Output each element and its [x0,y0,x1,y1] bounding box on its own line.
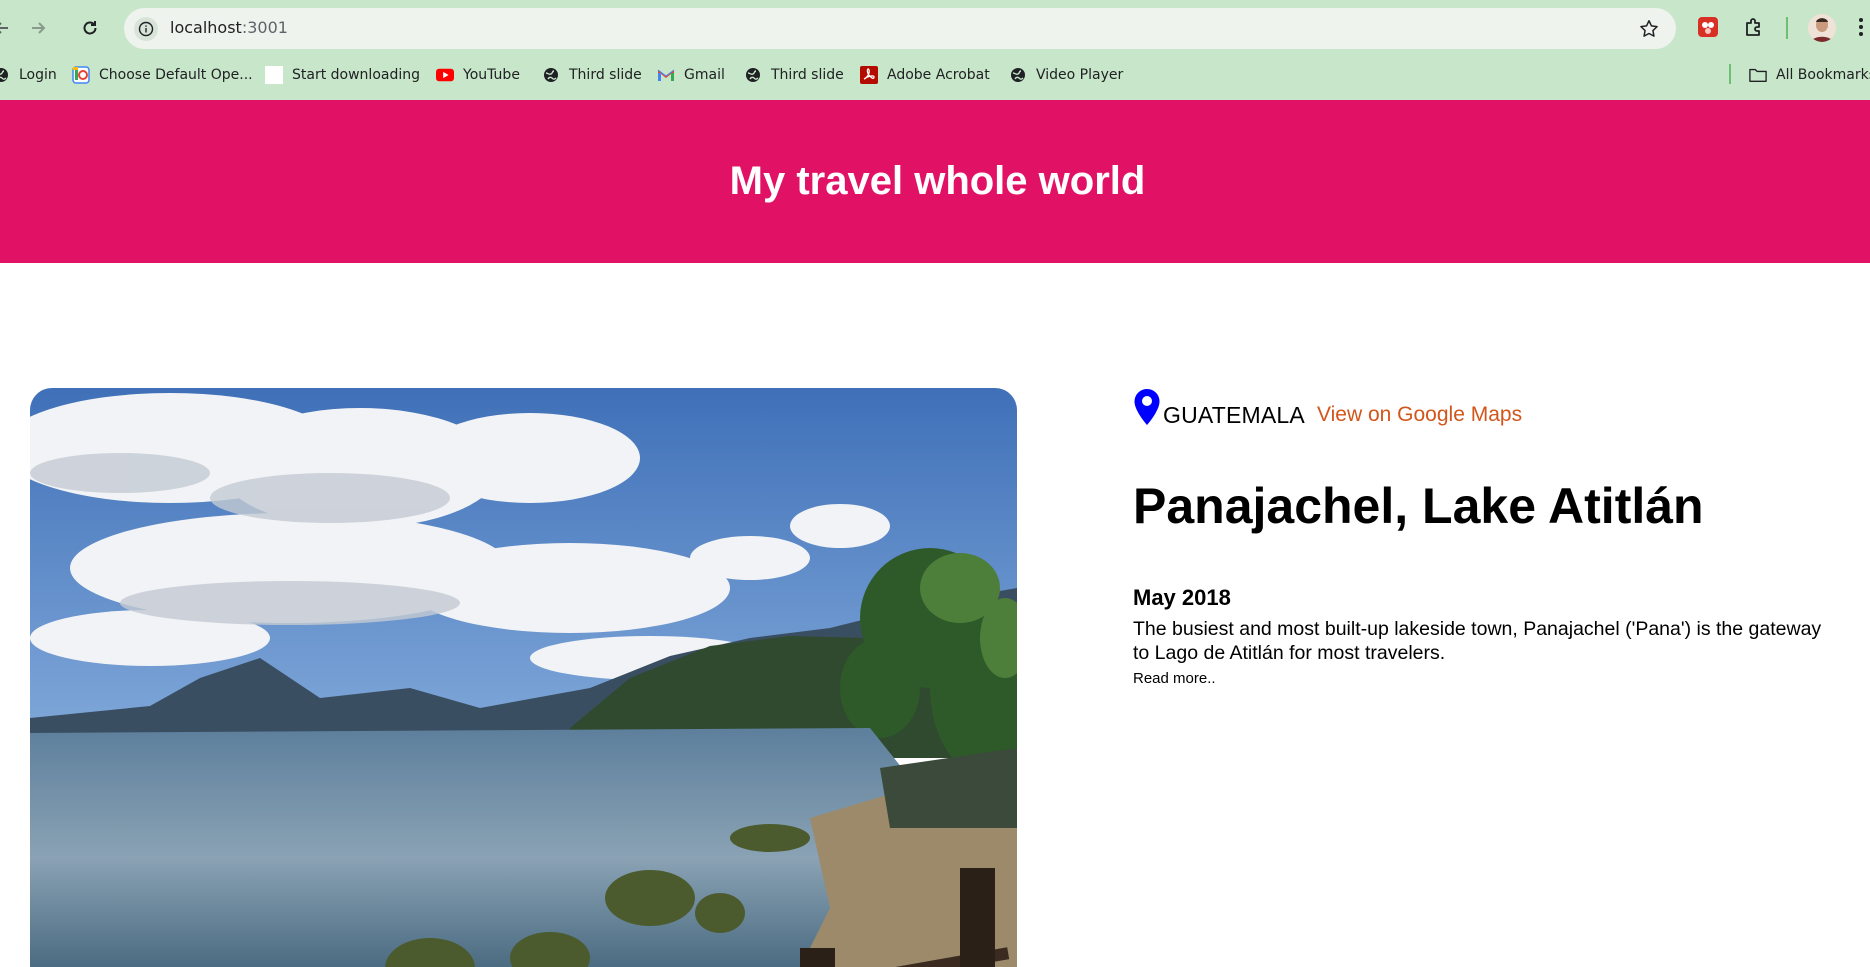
bookmark-login[interactable]: Login [0,64,57,86]
bookmark-third-slide-1[interactable]: Third slide [542,64,642,86]
folder-icon [1749,66,1767,84]
gmail-icon [657,66,675,84]
globe-icon [542,66,560,84]
bookmark-label: Choose Default Ope... [99,67,253,83]
youtube-icon [436,66,454,84]
destination-description: The busiest and most built-up lakeside t… [1133,618,1822,664]
destination-photo [30,388,1017,967]
blank-page-icon [265,66,283,84]
browser-toolbar: localhost:3001 [0,0,1870,56]
profile-photo-icon [1808,14,1836,42]
extensions-puzzle-icon[interactable] [1741,14,1767,40]
profile-avatar[interactable] [1808,14,1836,42]
location-pin-icon [1134,389,1160,425]
bookmark-youtube[interactable]: YouTube [436,64,520,86]
bookmark-label: YouTube [463,67,520,83]
extension-red-icon[interactable] [1695,14,1721,40]
trip-date: May 2018 [1133,585,1231,610]
bookmark-video-player[interactable]: Video Player [1009,64,1123,86]
bookmark-label: Login [19,67,57,83]
bookmark-label: Video Player [1036,67,1124,83]
globe-icon [1009,66,1027,84]
bookmark-adobe-acrobat[interactable]: Adobe Acrobat [860,64,990,86]
bookmarks-bar: Login Choose Default Ope... Start downlo… [0,60,1870,90]
colorful-app-icon [72,66,90,84]
forward-arrow-icon [32,22,46,34]
bookmark-start-downloading[interactable]: Start downloading [265,64,420,86]
url-text: localhost:3001 [170,18,288,37]
globe-icon [0,66,10,84]
acrobat-icon [860,66,878,84]
bookmark-label: Start downloading [292,67,420,83]
globe-icon [744,66,762,84]
location-row: GUATEMALA View on Google Maps [1133,388,1833,428]
browser-chrome: localhost:3001 Login Choose Default Ope.… [0,0,1870,100]
toolbar-divider [1786,17,1788,39]
google-maps-link[interactable]: View on Google Maps [1317,403,1522,427]
bookmark-label: Gmail [684,67,725,83]
browser-menu-icon[interactable] [1852,14,1870,40]
bookmark-label: Adobe Acrobat [887,67,990,83]
reload-button[interactable] [74,12,106,44]
bookmarks-divider [1729,64,1731,84]
forward-button[interactable] [22,12,54,44]
address-bar[interactable]: localhost:3001 [124,8,1676,49]
destination-title: Panajachel, Lake Atitlán [1133,478,1704,534]
all-bookmarks-label: All Bookmarks [1776,67,1870,83]
back-button[interactable] [0,12,18,44]
site-title: My travel whole world [729,159,1146,203]
bookmark-choose-default[interactable]: Choose Default Ope... [72,64,253,86]
bookmark-label: Third slide [569,67,642,83]
reload-icon [83,21,97,35]
bookmark-label: Third slide [771,67,844,83]
lake-landscape-image [30,388,1017,967]
bookmark-third-slide-2[interactable]: Third slide [744,64,844,86]
bookmark-star-icon[interactable] [1638,18,1660,40]
site-info-icon[interactable] [134,17,158,41]
country-name: GUATEMALA [1163,402,1305,428]
read-more-link[interactable]: Read more.. [1133,670,1216,687]
site-header: My travel whole world [0,100,1870,263]
bookmark-gmail[interactable]: Gmail [657,64,725,86]
url-port: :3001 [241,18,288,37]
all-bookmarks-button[interactable]: All Bookmarks [1749,64,1870,86]
url-host: localhost [170,18,242,37]
back-arrow-icon [0,22,8,34]
